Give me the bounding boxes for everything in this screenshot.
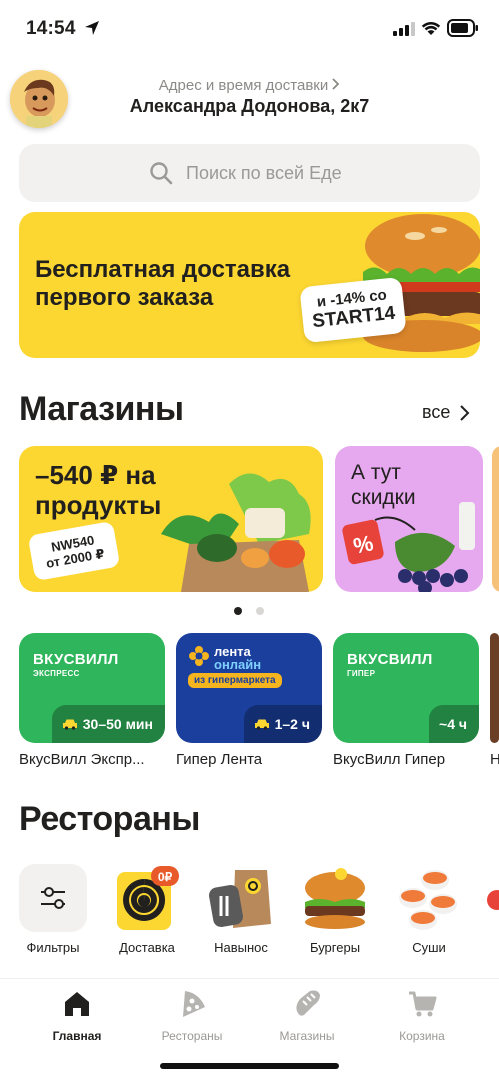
category-partial-icon xyxy=(483,864,499,932)
delivery-time: 1–2 ч xyxy=(274,716,310,732)
tab-label: Главная xyxy=(52,1029,102,1043)
category-label: Фильтры xyxy=(26,940,80,955)
store-logo-line2: онлайн xyxy=(214,657,262,672)
store-tile: ВКУСВИЛЛ ГИПЕР ~4 ч xyxy=(333,633,479,743)
shops-see-all-link[interactable]: все xyxy=(422,402,450,423)
pizza-icon xyxy=(183,991,205,1017)
delivery-time: 30–50 мин xyxy=(82,716,153,732)
promo-card-title-line1: –540 ₽ на xyxy=(35,460,156,490)
sushi-icon xyxy=(395,864,463,932)
chevron-right-icon xyxy=(332,77,340,94)
tab-label: Корзина xyxy=(399,1029,445,1043)
promo-code-tag: NW540 от 2000 ₽ xyxy=(27,520,121,582)
taxi-icon xyxy=(254,719,269,730)
search-placeholder: Поиск по всей Еде xyxy=(186,163,342,183)
cart-icon xyxy=(409,991,437,1017)
store-name: ВкусВилл Гипер xyxy=(333,751,446,768)
store-name: ВкусВилл Экспр... xyxy=(19,751,145,768)
category-sushi[interactable]: Суши xyxy=(389,864,469,955)
filters-icon xyxy=(19,864,87,932)
shop-promo-card-sales[interactable]: А тут скидки % xyxy=(335,446,483,592)
home-icon xyxy=(65,992,89,1016)
delivery-address-caption: Адрес и время доставки xyxy=(158,77,329,94)
search-icon xyxy=(150,162,173,185)
promo-banner-free-delivery[interactable]: Бесплатная доставка первого заказа и -14… xyxy=(19,212,480,358)
store-logo-subtitle: ЭКСПРЕСС xyxy=(33,669,80,678)
burger-icon xyxy=(301,864,369,932)
banner-title-line1: Бесплатная доставка xyxy=(35,256,291,283)
store-logo-subtitle: из гипермаркета xyxy=(188,673,282,688)
store-name: Гипер Лента xyxy=(176,751,263,768)
store-tile: ВКУСВИЛЛ ЭКСПРЕСС 30–50 мин xyxy=(19,633,165,743)
tab-home[interactable]: Главная xyxy=(17,989,137,1043)
restaurants-section-title: Рестораны xyxy=(19,800,200,838)
tab-shops[interactable]: Магазины xyxy=(247,989,367,1043)
carousel-pagination xyxy=(234,607,266,615)
banner-title-line2: первого заказа xyxy=(35,284,214,311)
store-card-lenta-hyper[interactable]: лента онлайн из гипермаркета 1–2 ч Гипер… xyxy=(176,633,322,768)
store-card-partial[interactable]: Н xyxy=(490,633,499,768)
tab-label: Магазины xyxy=(279,1029,335,1043)
location-arrow-icon xyxy=(85,21,99,35)
delivery-badge: 0₽ xyxy=(158,870,173,884)
banner-title: Бесплатная доставка первого заказа xyxy=(35,256,335,312)
tab-label: Рестораны xyxy=(161,1029,223,1043)
shop-promo-card-partial[interactable] xyxy=(492,446,499,592)
tab-restaurants[interactable]: Рестораны xyxy=(132,989,252,1043)
search-input[interactable]: Поиск по всей Еде xyxy=(19,144,480,202)
category-label: Доставка xyxy=(119,940,175,955)
promo-card-title-line1: А тут xyxy=(351,461,401,484)
store-tile xyxy=(490,633,499,743)
promo-card-title: –540 ₽ на продукты xyxy=(35,460,161,520)
delivery-icon: 0₽ xyxy=(113,864,181,932)
status-time: 14:54 xyxy=(26,18,76,39)
store-tile: лента онлайн из гипермаркета 1–2 ч xyxy=(176,633,322,743)
delivery-time-badge: 30–50 мин xyxy=(51,705,165,743)
carousel-dot-active xyxy=(234,607,242,615)
home-indicator xyxy=(160,1063,339,1069)
cellular-signal-icon xyxy=(393,22,415,36)
category-label: Суши xyxy=(412,940,446,955)
store-logo-subtitle: ГИПЕР xyxy=(347,669,376,678)
shop-promo-card-discount[interactable]: –540 ₽ на продукты NW540 от 2000 ₽ xyxy=(19,446,323,592)
category-takeaway[interactable]: Навынос xyxy=(201,864,281,955)
delivery-time: ~4 ч xyxy=(439,716,467,732)
bread-icon xyxy=(296,990,320,1016)
promo-code-tag: и -14% со START14 xyxy=(299,276,407,344)
delivery-time-badge: 1–2 ч xyxy=(243,705,322,743)
grocery-bag-illustration-icon xyxy=(161,473,311,592)
takeaway-icon xyxy=(207,864,275,932)
store-card-vkusvill-hyper[interactable]: ВКУСВИЛЛ ГИПЕР ~4 ч ВкусВилл Гипер xyxy=(333,633,479,768)
promo-card-title-line2: продукты xyxy=(35,490,162,520)
category-partial[interactable] xyxy=(483,864,499,932)
tab-cart[interactable]: Корзина xyxy=(362,989,482,1043)
battery-icon xyxy=(447,19,478,37)
delivery-address-label[interactable]: Адрес и время доставки xyxy=(0,77,499,94)
taxi-icon xyxy=(62,719,77,730)
sale-produce-illustration-icon: % xyxy=(342,502,475,592)
category-delivery[interactable]: 0₽ Доставка xyxy=(107,864,187,955)
category-filters[interactable]: Фильтры xyxy=(13,864,93,955)
carousel-dot xyxy=(256,607,264,615)
wifi-icon xyxy=(421,21,441,35)
category-burgers[interactable]: Бургеры xyxy=(295,864,375,955)
chevron-right-icon[interactable] xyxy=(459,405,471,421)
store-logo: ВКУСВИЛЛ xyxy=(347,651,433,668)
store-logo: ВКУСВИЛЛ xyxy=(33,651,119,668)
shops-section-title: Магазины xyxy=(19,390,184,428)
delivery-address-value[interactable]: Александра Додонова, 2к7 xyxy=(0,96,499,117)
lenta-flower-icon xyxy=(189,646,209,666)
delivery-time-badge: ~4 ч xyxy=(429,705,479,743)
status-bar: 14:54 xyxy=(0,0,499,58)
category-label: Навынос xyxy=(214,940,268,955)
store-name: Н xyxy=(490,751,499,768)
store-card-vkusvill-express[interactable]: ВКУСВИЛЛ ЭКСПРЕСС 30–50 мин ВкусВилл Экс… xyxy=(19,633,165,768)
category-label: Бургеры xyxy=(309,940,361,955)
